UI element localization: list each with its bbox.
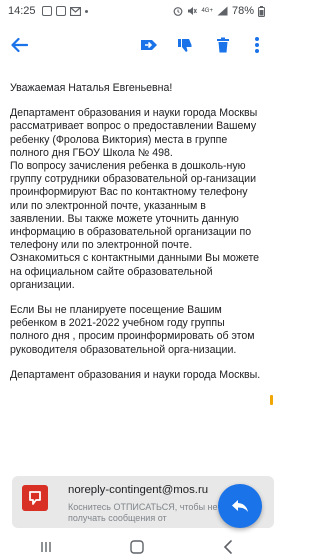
- thumbs-down-icon: [178, 39, 192, 52]
- reply-button[interactable]: [218, 484, 262, 528]
- mos-logo-icon: [29, 491, 41, 505]
- mute-icon: [188, 7, 198, 15]
- more-vert-icon: [255, 37, 259, 53]
- email-body: Уважаемая Наталья Евгеньевна! Департамен…: [10, 82, 262, 394]
- system-nav-bar: [0, 534, 273, 560]
- more-options-button[interactable]: [244, 32, 270, 58]
- status-time: 14:25: [8, 5, 36, 17]
- back-button[interactable]: [6, 32, 32, 58]
- app-bar: [0, 26, 273, 66]
- email-greeting: Уважаемая Наталья Евгеньевна!: [10, 82, 173, 94]
- recent-apps-button[interactable]: [31, 536, 61, 558]
- not-interested-button[interactable]: [172, 32, 198, 58]
- recent-apps-icon: [40, 542, 51, 552]
- delete-icon: [217, 37, 229, 53]
- nav-back-icon: [223, 540, 232, 554]
- home-icon: [129, 540, 144, 554]
- scroll-indicator: [270, 395, 273, 405]
- sender-address: noreply-contingent@mos.ru: [68, 484, 209, 496]
- alarm-icon: [174, 7, 183, 16]
- nav-back-button[interactable]: [213, 536, 243, 558]
- reply-icon: [232, 500, 248, 512]
- email-paragraph-2: Если Вы не планируете посещение Вашим ре…: [10, 304, 255, 356]
- battery-percent: 78%: [231, 5, 254, 17]
- email-paragraph-1: Департамент образования и науки города М…: [10, 107, 260, 291]
- network-label: 4G+: [201, 8, 213, 14]
- delete-button[interactable]: [210, 32, 236, 58]
- move-to-button[interactable]: [136, 32, 162, 58]
- battery-icon: [258, 5, 265, 17]
- more-notifications-icon: [84, 9, 88, 13]
- gallery-icon: [41, 6, 52, 16]
- mail-icon: [69, 6, 81, 16]
- notification-icons: [41, 6, 88, 16]
- move-to-icon: [141, 40, 157, 50]
- sender-logo: [22, 485, 48, 511]
- back-arrow-icon: [11, 37, 28, 53]
- unsubscribe-hint: Коснитесь ОТПИСАТЬСЯ, чтобы не получать …: [68, 502, 218, 523]
- status-bar: 14:25 4G+ 78%: [0, 0, 273, 22]
- notification-icon: [55, 6, 66, 16]
- email-signature: Департамент образования и науки города М…: [10, 368, 261, 381]
- signal-icon: [217, 6, 228, 16]
- home-button[interactable]: [122, 536, 152, 558]
